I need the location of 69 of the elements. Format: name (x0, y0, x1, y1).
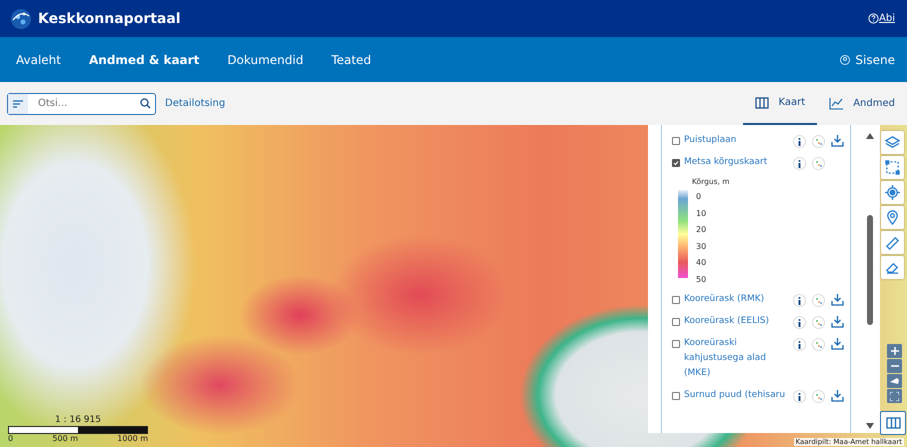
search-icon[interactable] (140, 98, 151, 109)
logo-icon[interactable] (10, 8, 32, 30)
zoom-in-button[interactable] (887, 344, 902, 358)
scale-label: 500 m (52, 434, 78, 443)
nav-item[interactable]: Avaleht (16, 52, 61, 66)
legend-label: 30 (696, 242, 706, 251)
help-link[interactable]: Abi (879, 13, 895, 24)
layer-label[interactable]: Kooreüraski kahjustusega alad (MKE) (684, 336, 789, 381)
chart-icon (829, 98, 844, 110)
eraser-icon[interactable] (881, 256, 904, 279)
layer-label[interactable]: Metsa kõrguskaart (684, 155, 789, 170)
scale-ratio: 1 : 16 915 (54, 415, 102, 425)
pin-icon[interactable] (881, 206, 904, 229)
layer-label[interactable]: Kooreürask (RMK) (684, 292, 789, 307)
layer-label[interactable]: Puistuplaan (684, 133, 789, 148)
info-icon[interactable] (793, 390, 806, 403)
checkbox[interactable] (672, 137, 680, 145)
home-button[interactable] (887, 374, 902, 388)
checkbox[interactable] (672, 318, 680, 326)
fullscreen-button[interactable] (887, 389, 902, 403)
layers-icon[interactable] (881, 131, 904, 154)
ruler-icon[interactable] (881, 231, 904, 254)
checkbox[interactable] (672, 340, 680, 348)
legend-label: 10 (696, 208, 706, 218)
view-tab[interactable]: Andmed (817, 82, 907, 125)
legend-label: 40 (696, 258, 706, 268)
search-input[interactable]: Otsi... (36, 97, 140, 110)
nav-item[interactable]: Dokumendid (227, 52, 304, 66)
scale-label: 0 (8, 434, 14, 443)
zoom-out-button[interactable] (887, 359, 902, 373)
selection-icon[interactable] (881, 156, 904, 179)
layer-label[interactable]: Surnud puud (tehisaru (684, 388, 789, 403)
download-icon[interactable] (831, 316, 844, 328)
nav-item[interactable]: Andmed & kaart (89, 52, 200, 66)
checkbox[interactable] (672, 296, 680, 304)
search-field[interactable]: Otsi... (7, 92, 156, 114)
plus-icon (890, 347, 898, 355)
user-icon[interactable] (840, 54, 850, 64)
scale-label: 1000 m (117, 434, 148, 443)
download-icon[interactable] (831, 390, 844, 402)
legend-label: 0 (696, 192, 702, 201)
info-icon[interactable] (793, 157, 806, 170)
map-shape-icon (890, 377, 899, 385)
help-icon[interactable] (868, 13, 880, 24)
site-title[interactable]: Keskkonnaportaal (38, 10, 868, 26)
legend-label: 50 (696, 274, 706, 284)
scrollbar[interactable] (864, 133, 876, 429)
advanced-search-link[interactable]: Detailotsing (165, 98, 226, 109)
locate-icon[interactable] (881, 181, 904, 204)
scroll-up-icon[interactable] (866, 133, 874, 139)
scroll-down-icon[interactable] (866, 423, 874, 429)
download-icon[interactable] (831, 294, 844, 306)
info-icon[interactable] (793, 294, 806, 307)
map-toggle-button[interactable] (880, 411, 906, 435)
download-icon[interactable] (831, 338, 844, 350)
info-icon[interactable] (793, 316, 806, 329)
info-icon[interactable] (793, 135, 806, 148)
checkbox[interactable] (672, 392, 680, 400)
info-icon[interactable] (793, 338, 806, 351)
download-icon[interactable] (831, 135, 844, 147)
nav-item[interactable]: Teated (331, 52, 372, 66)
filter-icon[interactable] (13, 100, 23, 108)
login-link[interactable]: Sisene (855, 52, 895, 66)
fullscreen-icon (890, 392, 899, 400)
map-icon (754, 96, 769, 108)
checkbox[interactable] (672, 159, 680, 167)
legend-label: 20 (696, 225, 706, 234)
layer-label[interactable]: Kooreürask (EELIS) (684, 314, 789, 329)
map-icon (886, 417, 900, 429)
